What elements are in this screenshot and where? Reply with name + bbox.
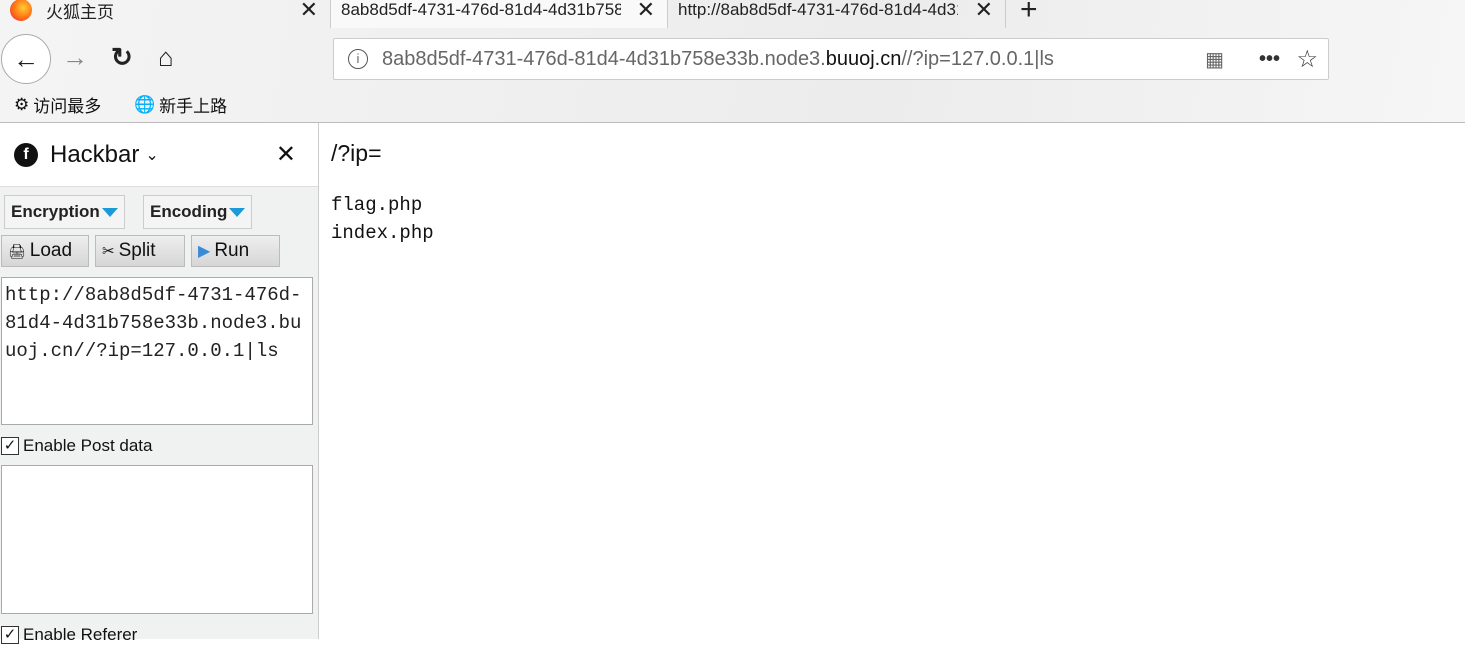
encoding-dropdown[interactable]: Encoding [143,195,253,229]
play-icon: ▶ [198,243,211,260]
tab-active[interactable]: 8ab8d5df-4731-476d-81d4-4d31b758e33b✕ [330,0,668,28]
encryption-dropdown[interactable]: Encryption [4,195,125,229]
star-icon[interactable]: ☆ [1296,45,1318,74]
close-icon[interactable]: ✕ [276,140,296,169]
tab-2[interactable]: http://8ab8d5df-4731-476d-81d4-4d31b758e… [668,0,1006,28]
forward-button[interactable]: → [62,42,88,73]
tab-home[interactable]: 火狐主页 ✕ [0,0,330,28]
enable-post-checkbox[interactable]: ✓ Enable Post data [1,436,152,456]
info-icon[interactable]: i [348,49,368,69]
new-tab-button[interactable]: + [1010,0,1048,28]
post-data-textarea[interactable] [1,465,313,614]
more-icon[interactable]: ••• [1259,48,1280,71]
chevron-down-icon[interactable]: ⌄ [145,145,158,165]
bookmark-most-visited[interactable]: ⚙ 访问最多 [14,92,101,117]
checkbox-checked-icon[interactable]: ✓ [1,437,19,455]
dropdown-arrow-icon [229,207,246,217]
close-tab-icon[interactable]: ✕ [300,0,318,23]
gear-icon: ⚙ [14,94,30,114]
dropdown-arrow-icon [101,207,118,217]
scissors-icon: ✂ [102,243,115,260]
page-content: /?ip= flag.php index.php [331,140,434,247]
load-icon: 🖨 [8,242,26,259]
split-button[interactable]: ✂ Split [95,235,185,267]
sidebar-header: f Hackbar ⌄ ✕ [0,123,318,187]
bookmark-getting-started[interactable]: 🌐 新手上路 [134,92,227,117]
run-button[interactable]: ▶ Run [191,235,280,267]
browser-chrome: 火狐主页✕ 8ab8d5df-4731-476d-81d4-4d31b758e3… [0,0,1465,123]
home-button[interactable]: ⌂ [158,42,174,73]
back-button[interactable]: ← [1,34,51,84]
close-tab-icon[interactable]: ✕ [637,0,655,23]
qr-code-icon[interactable]: ▦ [1205,47,1224,72]
url-textarea[interactable]: http://8ab8d5df-4731-476d-81d4-4d31b758e… [1,277,313,425]
globe-icon: 🌐 [134,94,156,114]
checkbox-checked-icon[interactable]: ✓ [1,626,19,644]
page-heading: /?ip= [331,140,382,166]
load-button[interactable]: 🖨 Load [1,235,89,267]
url-bar[interactable]: i 8ab8d5df-4731-476d-81d4-4d31b758e33b.n… [333,38,1329,80]
hackbar-logo-icon: f [14,142,38,167]
reload-button[interactable]: ↻ [111,42,133,73]
command-output: flag.php index.php [331,194,434,244]
enable-referer-checkbox[interactable]: ✓ Enable Referer [1,625,137,645]
sidebar-title[interactable]: Hackbar [50,141,139,169]
hackbar-sidebar: f Hackbar ⌄ ✕ Encryption Encoding 🖨 Load ✂… [0,123,319,644]
firefox-icon [10,0,32,21]
close-tab-icon[interactable]: ✕ [975,0,993,23]
